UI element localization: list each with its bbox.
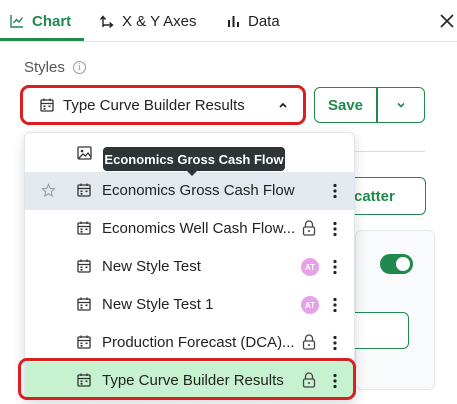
scatter-button-label: catter	[354, 187, 395, 205]
styles-label: Styles	[24, 59, 65, 76]
list-item-label: Type Curve Builder Results	[102, 372, 284, 389]
list-item[interactable]: Production Forecast (DCA)...	[25, 324, 354, 362]
background-divider	[355, 151, 425, 152]
calendar-icon	[40, 98, 54, 112]
bar-chart-icon	[228, 16, 239, 27]
list-item-label: Economics Well Cash Flow...	[102, 220, 296, 237]
more-options-icon[interactable]	[333, 335, 337, 351]
more-options-icon[interactable]	[333, 373, 337, 389]
calendar-icon	[77, 259, 91, 273]
tab-chart-label: Chart	[32, 12, 72, 30]
list-item[interactable]: Economics Well Cash Flow...	[25, 210, 354, 248]
more-options-icon[interactable]	[333, 297, 337, 313]
axes-arrows-icon	[99, 14, 114, 28]
list-item[interactable]: New Style Test AT	[25, 248, 354, 286]
list-item-label: Economics Gross Cash Flow	[102, 182, 295, 199]
save-options-button[interactable]	[377, 87, 425, 123]
tooltip: Economics Gross Cash Flow	[103, 147, 285, 176]
style-select[interactable]: Type Curve Builder Results	[20, 85, 306, 125]
more-options-icon[interactable]	[333, 183, 337, 199]
tab-data-label: Data	[248, 12, 280, 30]
list-item-label: Production Forecast (DCA)...	[102, 334, 295, 351]
close-icon[interactable]	[438, 12, 456, 30]
tab-axes-label: X & Y Axes	[122, 12, 197, 30]
calendar-icon	[77, 297, 91, 311]
more-options-icon[interactable]	[333, 221, 337, 237]
calendar-icon	[77, 335, 91, 349]
background-input[interactable]	[355, 312, 409, 349]
line-chart-icon	[10, 15, 24, 28]
tab-data[interactable]: Data	[227, 10, 280, 32]
chevron-down-icon	[397, 102, 405, 108]
image-icon	[77, 146, 92, 160]
lock-icon	[302, 334, 316, 350]
calendar-icon	[77, 183, 91, 197]
tab-chart[interactable]: Chart	[10, 10, 71, 32]
lock-icon	[302, 220, 316, 236]
tab-bar: Chart X & Y Axes Data	[0, 0, 457, 42]
list-item-label: New Style Test	[102, 258, 201, 275]
info-icon[interactable]: i	[72, 61, 86, 74]
styles-label-row: Styles i	[24, 59, 86, 76]
list-item[interactable]: Economics Gross Cash Flow	[25, 172, 354, 210]
avatar: AT	[301, 296, 319, 314]
list-item[interactable]: New Style Test 1 AT	[25, 286, 354, 324]
calendar-icon	[77, 373, 91, 387]
list-item-label: New Style Test 1	[102, 296, 214, 313]
save-button[interactable]: Save	[314, 87, 377, 123]
more-options-icon[interactable]	[333, 259, 337, 275]
lock-icon	[302, 372, 316, 388]
active-tab-indicator	[0, 38, 84, 41]
chevron-up-icon	[279, 102, 287, 108]
style-select-value: Type Curve Builder Results	[63, 96, 245, 114]
list-item-selected[interactable]: Type Curve Builder Results	[25, 362, 354, 399]
toggle-switch[interactable]	[380, 254, 413, 274]
star-icon[interactable]	[41, 183, 56, 198]
calendar-icon	[77, 221, 91, 235]
tab-axes[interactable]: X & Y Axes	[99, 10, 197, 32]
avatar: AT	[301, 258, 319, 276]
